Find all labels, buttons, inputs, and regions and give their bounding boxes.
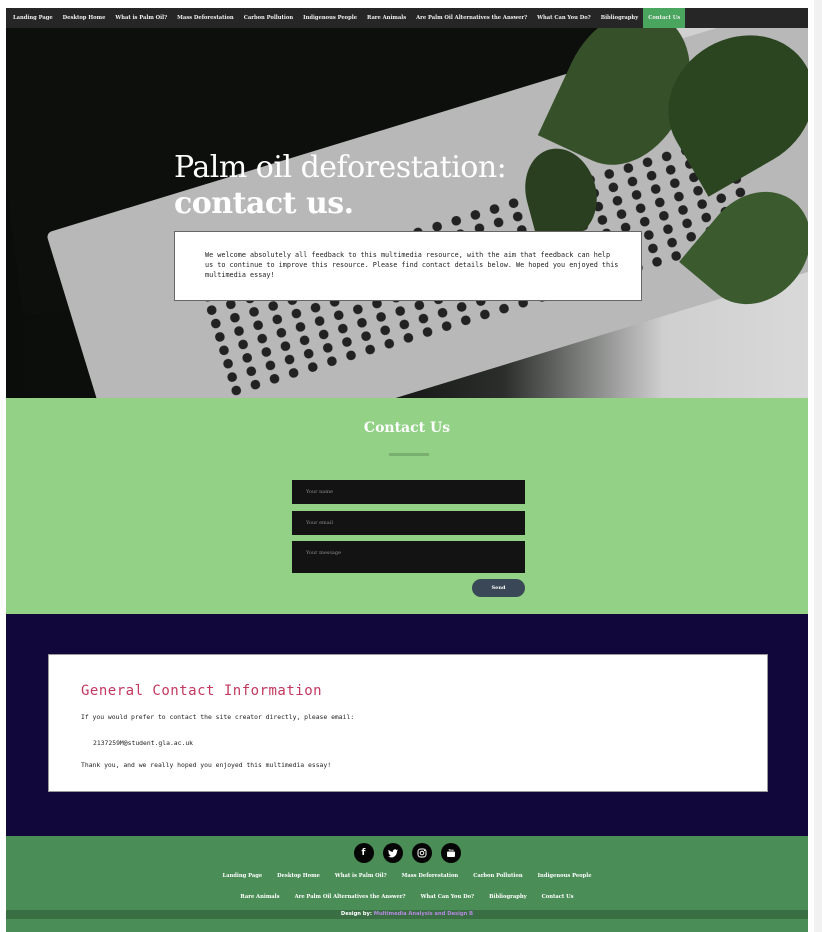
page-title: Palm oil deforestation: contact us. xyxy=(174,150,507,222)
hero-banner: Palm oil deforestation: contact us. We w… xyxy=(6,28,808,398)
footer-link-carbon-pollution[interactable]: Carbon Pollution xyxy=(473,873,522,879)
nav-link-rare-animals[interactable]: Rare Animals xyxy=(362,8,411,28)
footer-link-landing-page[interactable]: Landing Page xyxy=(222,873,262,879)
footer-link-bibliography[interactable]: Bibliography xyxy=(489,894,527,900)
credit-prefix: Design by: xyxy=(340,911,372,917)
intro-box: We welcome absolutely all feedback to th… xyxy=(174,231,642,301)
nav-link-indigenous-people[interactable]: Indigenous People xyxy=(298,8,362,28)
twitter-bird-glyph xyxy=(387,848,398,857)
nav-link-alternatives[interactable]: Are Palm Oil Alternatives the Answer? xyxy=(411,8,532,28)
footer-link-contact-us[interactable]: Contact Us xyxy=(542,894,574,900)
footer-link-mass-deforestation[interactable]: Mass Deforestation xyxy=(402,873,459,879)
footer-nav-row-2: Rare Animals Are Palm Oil Alternatives t… xyxy=(6,894,808,900)
page-title-line1: Palm oil deforestation: xyxy=(174,150,507,185)
social-links: f You xyxy=(6,843,808,863)
footer-link-alternatives[interactable]: Are Palm Oil Alternatives the Answer? xyxy=(295,894,406,900)
info-heading: General Contact Information xyxy=(81,683,323,699)
footer-link-rare-animals[interactable]: Rare Animals xyxy=(240,894,279,900)
design-credit: Design by: Multimedia Analysis and Desig… xyxy=(6,910,808,919)
contact-form-section: Contact Us Send xyxy=(6,398,808,614)
window-right-edge xyxy=(814,0,822,932)
footer-nav-row-1: Landing Page Desktop Home What is Palm O… xyxy=(6,873,808,879)
youtube-icon[interactable]: You xyxy=(440,843,461,863)
credit-link[interactable]: Multimedia Analysis and Design B xyxy=(374,911,473,917)
nav-link-carbon-pollution[interactable]: Carbon Pollution xyxy=(239,8,298,28)
instagram-camera-glyph xyxy=(417,848,426,858)
youtube-glyph: You xyxy=(446,848,455,857)
nav-link-landing-page[interactable]: Landing Page xyxy=(8,8,58,28)
info-text-thanks: Thank you, and we really hoped you enjoy… xyxy=(81,761,332,769)
footer-link-what-is-palm-oil[interactable]: What is Palm Oil? xyxy=(335,873,387,879)
name-input[interactable] xyxy=(292,480,525,504)
footer-link-what-can-you-do[interactable]: What Can You Do? xyxy=(421,894,475,900)
general-info-section: General Contact Information If you would… xyxy=(6,614,808,836)
intro-text: We welcome absolutely all feedback to th… xyxy=(205,251,619,279)
page-title-line2: contact us. xyxy=(174,186,354,221)
svg-text:You: You xyxy=(447,848,453,852)
nav-link-bibliography[interactable]: Bibliography xyxy=(596,8,644,28)
email-input[interactable] xyxy=(292,511,525,535)
facebook-icon[interactable]: f xyxy=(353,843,374,863)
nav-link-what-is-palm-oil[interactable]: What is Palm Oil? xyxy=(110,8,172,28)
page: Landing Page Desktop Home What is Palm O… xyxy=(6,0,808,932)
nav-link-what-can-you-do[interactable]: What Can You Do? xyxy=(532,8,596,28)
message-input[interactable] xyxy=(292,541,525,573)
nav-link-mass-deforestation[interactable]: Mass Deforestation xyxy=(172,8,239,28)
footer: f You Landing Page Desktop Home What is … xyxy=(6,836,808,932)
info-card: General Contact Information If you would… xyxy=(48,654,768,792)
heading-underline xyxy=(389,453,429,456)
nav-link-desktop-home[interactable]: Desktop Home xyxy=(58,8,111,28)
send-button[interactable]: Send xyxy=(472,579,525,597)
contact-heading: Contact Us xyxy=(363,420,451,436)
info-text-email-prompt: If you would prefer to contact the site … xyxy=(81,713,355,721)
instagram-icon[interactable] xyxy=(411,843,432,863)
top-navigation: Landing Page Desktop Home What is Palm O… xyxy=(6,8,808,28)
footer-link-indigenous-people[interactable]: Indigenous People xyxy=(538,873,592,879)
footer-link-desktop-home[interactable]: Desktop Home xyxy=(277,873,320,879)
contact-email: 2137259M@student.gla.ac.uk xyxy=(93,739,194,747)
twitter-icon[interactable] xyxy=(382,843,403,863)
nav-link-contact-us[interactable]: Contact Us xyxy=(643,8,686,28)
